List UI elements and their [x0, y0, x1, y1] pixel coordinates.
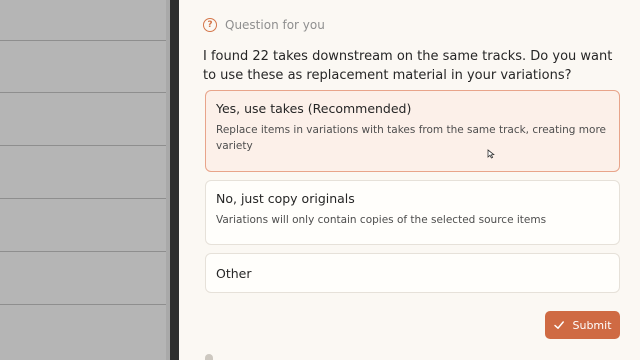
option-description: Variations will only contain copies of t… — [216, 214, 547, 226]
option-title: Other — [216, 266, 252, 281]
check-icon — [554, 321, 565, 329]
option-use-takes[interactable]: Yes, use takes (Recommended) Replace ite… — [205, 90, 620, 172]
question-header-label: Question for you — [225, 18, 325, 32]
option-other[interactable]: Other — [205, 253, 620, 293]
question-panel: ? Question for you I found 22 takes down… — [179, 0, 640, 360]
option-title: No, just copy originals — [216, 191, 355, 206]
scroll-handle[interactable] — [205, 354, 213, 360]
background-window — [0, 0, 170, 360]
submit-button[interactable]: Submit — [545, 311, 620, 339]
question-text: I found 22 takes downstream on the same … — [203, 49, 613, 83]
list-row-divider — [0, 304, 170, 305]
list-row-divider — [0, 251, 170, 252]
panel-divider[interactable] — [170, 0, 179, 360]
submit-label: Submit — [572, 318, 612, 332]
question-header: ? Question for you — [203, 16, 325, 34]
list-row-divider — [0, 92, 170, 93]
list-row-divider — [0, 198, 170, 199]
option-title: Yes, use takes (Recommended) — [216, 101, 412, 116]
option-description: Replace items in variations with takes f… — [216, 124, 607, 152]
question-icon: ? — [203, 18, 217, 32]
list-row-divider — [0, 40, 170, 41]
list-row-divider — [0, 145, 170, 146]
option-copy-originals[interactable]: No, just copy originals Variations will … — [205, 180, 620, 245]
mouse-cursor-icon — [487, 149, 495, 159]
